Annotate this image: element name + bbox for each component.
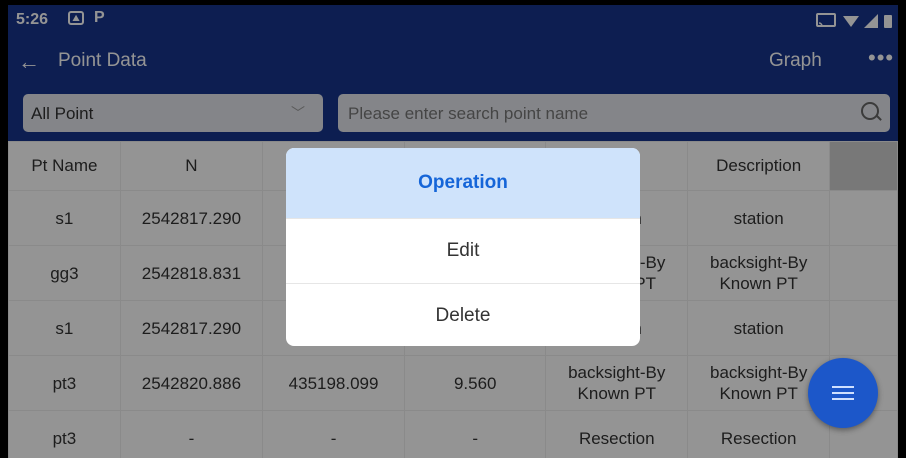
menu-icon-line [832, 398, 854, 400]
delete-option[interactable]: Delete [286, 283, 640, 346]
menu-icon-line [832, 392, 854, 394]
menu-icon-line [832, 386, 854, 388]
dialog-title: Operation [286, 148, 640, 218]
operation-dialog: Operation Edit Delete [286, 148, 640, 346]
screen: 5:26 ⛰ P ← Point Data Graph ••• All Poin… [8, 5, 898, 458]
edit-option[interactable]: Edit [286, 218, 640, 283]
menu-fab-button[interactable] [808, 358, 878, 428]
